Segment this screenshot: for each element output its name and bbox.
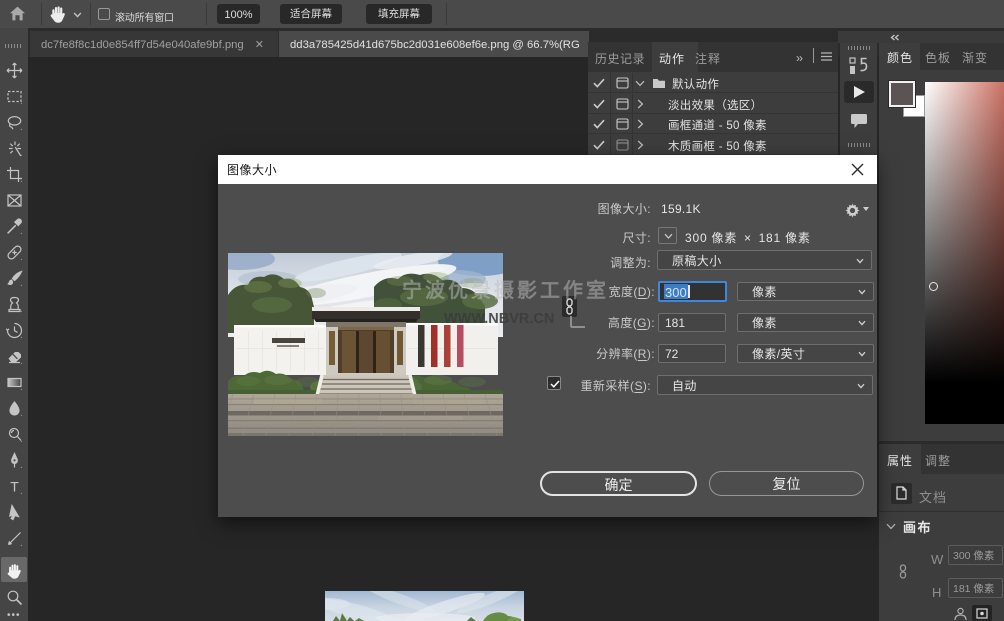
svg-text:T: T xyxy=(10,478,19,494)
